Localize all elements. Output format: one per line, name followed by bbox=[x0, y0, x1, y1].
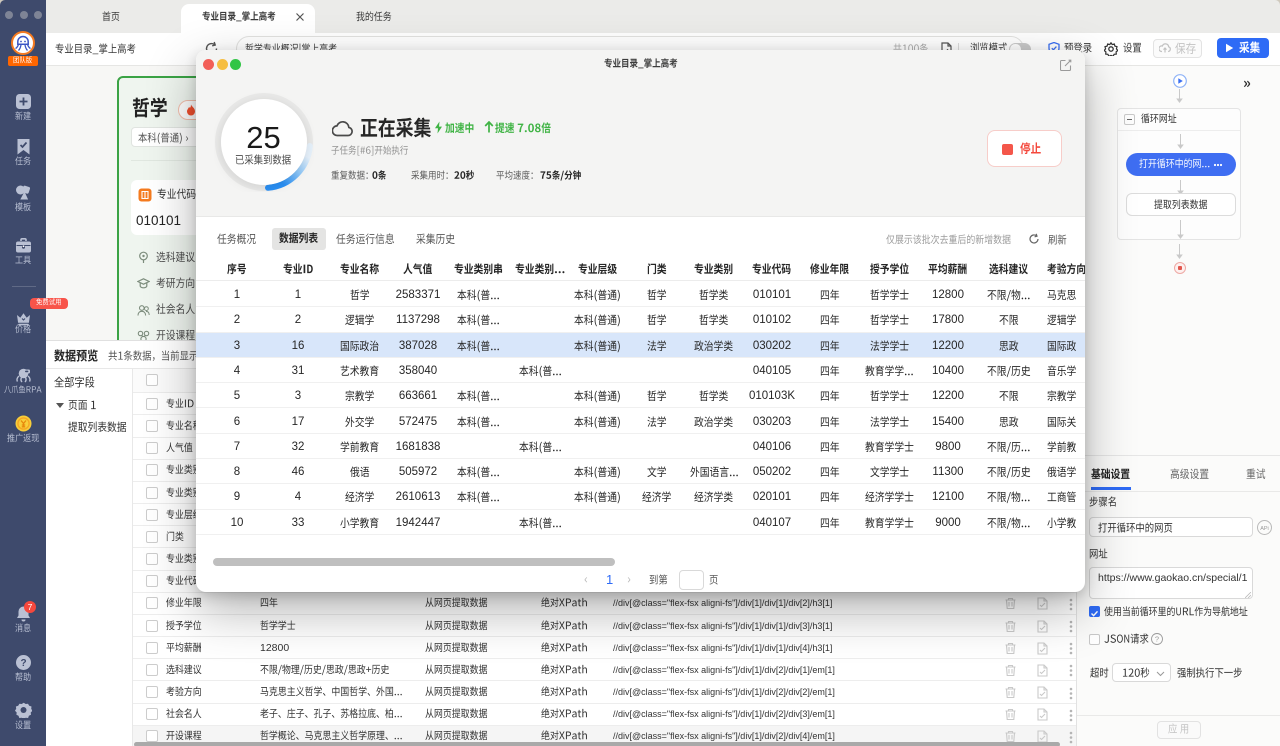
svg-text:?: ? bbox=[20, 658, 26, 669]
svg-text:?: ? bbox=[1155, 635, 1159, 644]
svg-text:APi: APi bbox=[1260, 526, 1269, 532]
